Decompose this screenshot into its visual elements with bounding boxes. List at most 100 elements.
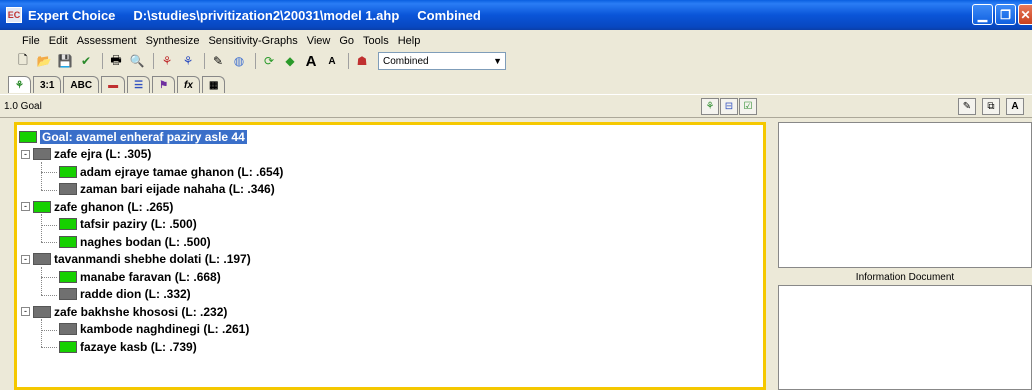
new-file-icon[interactable]: 🗋 [14, 52, 32, 70]
font-larger-icon[interactable]: A [302, 52, 320, 70]
treeview-layout-icon[interactable]: ⊟ [720, 98, 738, 115]
tree-node-label: Goal: avamel enheraf paziry asle 44 [40, 129, 247, 144]
node-detail-pane [778, 122, 1032, 268]
toolbar-separator [348, 53, 349, 69]
chevron-down-icon[interactable]: ▼ [493, 56, 502, 66]
tree-node-label: zafe ejra (L: .305) [54, 147, 152, 161]
collapse-toggle-icon[interactable]: - [21, 149, 30, 159]
synthesize-icon[interactable]: ◍ [230, 52, 248, 70]
menu-edit[interactable]: Edit [49, 35, 68, 47]
tree-node[interactable]: kambode naghdinegi (L: .261) [59, 322, 249, 337]
print-icon[interactable]: 🖶 [107, 52, 125, 70]
menu-sensitivity-graphs[interactable]: Sensitivity-Graphs [208, 35, 297, 47]
menu-file[interactable]: File [22, 35, 40, 47]
expert-choice-app-icon[interactable]: EC [6, 7, 22, 23]
pairwise-icon[interactable]: ◆ [281, 52, 299, 70]
open-folder-icon[interactable]: 📂 [35, 52, 53, 70]
tab-graphical[interactable]: ▬ [101, 76, 126, 93]
info-document-label: Information Document [855, 272, 955, 283]
pane-toggle-icon[interactable]: ☑ [739, 98, 757, 115]
edit-info-icon[interactable]: ✎ [958, 98, 976, 115]
tab-ratings[interactable]: ⚑ [152, 76, 176, 93]
app-name: Expert Choice [28, 7, 116, 23]
view-tabs: ⚘ 3:1 ABC ▬ ☰ ⚑ fx ▦ [0, 73, 1032, 93]
refresh-icon[interactable]: ⟳ [260, 52, 278, 70]
tree-node-label: zafe ghanon (L: .265) [54, 199, 174, 214]
tree-node[interactable]: radde dion (L: .332) [59, 287, 191, 302]
right-pane-buttons: ✎ ⧉ A [958, 98, 1024, 115]
tree-layout-icon[interactable]: ⚘ [701, 98, 719, 115]
close-button[interactable]: ✕ [1018, 4, 1032, 25]
collapse-toggle-icon[interactable]: - [21, 307, 30, 316]
menu-view[interactable]: View [307, 35, 331, 47]
tree-view-buttons: ⚘ ⊟ ☑ [701, 98, 757, 115]
hierarchy-tree-pane: Goal: avamel enheraf paziry asle 44 zafe … [14, 122, 766, 390]
tree-node[interactable]: adam ejraye tamae ghanon (L: .654) [59, 164, 283, 179]
tree-connector [41, 242, 57, 243]
tree-node[interactable]: manabe faravan (L: .668) [59, 269, 221, 284]
menu-assessment[interactable]: Assessment [77, 35, 137, 47]
menu-bar: File Edit Assessment Synthesize Sensitiv… [0, 32, 1032, 50]
node-color-box [59, 183, 77, 195]
tab-pairwise-verbal[interactable]: ABC [63, 76, 100, 93]
tree-goal-node[interactable]: Goal: avamel enheraf paziry asle 44 [19, 129, 247, 144]
tree-node[interactable]: zafe ghanon (L: .265) [33, 199, 173, 214]
tree-node[interactable]: tavanmandi shebhe dolati (L: .197) [33, 252, 251, 267]
font-smaller-icon[interactable]: A [323, 52, 341, 70]
save-icon[interactable]: 💾 [56, 52, 74, 70]
tree-connector [41, 277, 57, 278]
toolbar-separator [153, 53, 154, 69]
menu-tools[interactable]: Tools [363, 35, 389, 47]
node-color-box [59, 235, 77, 248]
menu-go[interactable]: Go [339, 35, 354, 47]
tree-view-icon: ⚘ [15, 79, 24, 91]
tab-questionnaire[interactable]: ☰ [127, 76, 151, 93]
node-color-box [59, 340, 77, 353]
tree-node[interactable]: tafsir paziry (L: .500) [59, 217, 197, 232]
mode-label: Combined [417, 7, 481, 23]
insert-sibling-icon[interactable]: ⚘ [179, 52, 197, 70]
tree-node[interactable]: zafe ejra (L: .305) [33, 147, 151, 162]
tab-formula[interactable]: fx [177, 76, 200, 93]
tree-connector [41, 189, 57, 191]
combined-select-value: Combined [383, 55, 429, 67]
node-color-box [33, 305, 51, 318]
font-icon[interactable]: A [1006, 98, 1024, 115]
tree-node-label: adam ejraye tamae ghanon (L: .654) [80, 164, 284, 179]
toolbar-separator [102, 53, 103, 69]
toolbar-separator [255, 53, 256, 69]
copy-icon[interactable]: ⧉ [982, 98, 1000, 115]
combined-select[interactable]: Combined ▼ [378, 52, 506, 70]
collapse-toggle-icon[interactable]: - [21, 254, 30, 264]
print-preview-icon[interactable]: 🔍 [128, 52, 146, 70]
window-controls: ▁ ❐ ✕ [972, 4, 1032, 25]
node-color-box [33, 200, 51, 213]
grid-icon: ▦ [208, 79, 219, 91]
node-color-box [59, 288, 77, 300]
collapse-toggle-icon[interactable]: - [21, 202, 30, 211]
tree-connector [41, 172, 57, 173]
tree-node-label: naghes bodan (L: .500) [80, 234, 211, 249]
participants-icon[interactable]: ☗ [353, 52, 371, 70]
menu-synthesize[interactable]: Synthesize [146, 35, 200, 47]
tree-node[interactable]: zaman bari eijade nahaha (L: .346) [59, 182, 275, 197]
tab-data-grid[interactable]: ▦ [201, 76, 226, 93]
tree-node-label: zafe bakhshe khososi (L: .232) [54, 304, 228, 319]
restore-button[interactable]: ❐ [995, 4, 1016, 25]
tree-node-label: fazaye kasb (L: .739) [80, 339, 197, 354]
tree-node[interactable]: fazaye kasb (L: .739) [59, 339, 197, 354]
information-document-pane[interactable] [778, 285, 1032, 390]
tree-connector [41, 214, 42, 242]
insert-child-icon[interactable]: ⚘ [158, 52, 176, 70]
check-icon[interactable]: ✔ [77, 52, 95, 70]
menu-help[interactable]: Help [398, 35, 421, 47]
edit-node-icon[interactable]: ✎ [209, 52, 227, 70]
tab-pairwise-numerical[interactable]: 3:1 [32, 76, 62, 93]
tree-node-label: radde dion (L: .332) [80, 287, 191, 301]
header-strip: 1.0 Goal ⚘ ⊟ ☑ ✎ ⧉ A [0, 94, 1032, 118]
tab-tree-view[interactable]: ⚘ [8, 76, 31, 93]
minimize-button[interactable]: ▁ [972, 4, 993, 25]
tree-node[interactable]: zafe bakhshe khososi (L: .232) [33, 304, 227, 319]
tree-node[interactable]: naghes bodan (L: .500) [59, 234, 211, 249]
node-color-box [59, 218, 77, 230]
